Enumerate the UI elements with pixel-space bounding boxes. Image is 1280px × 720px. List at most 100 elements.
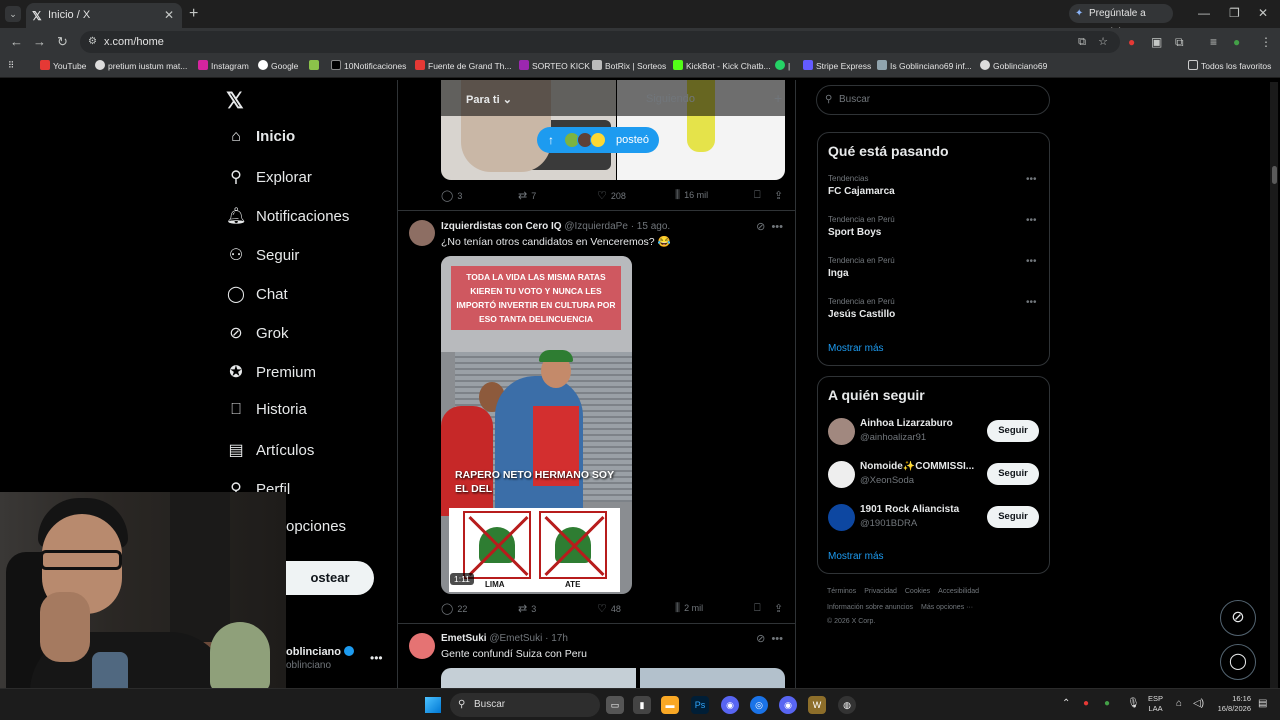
address-bar[interactable]: ⚙ x.com/home ⧉ ☆ xyxy=(80,31,1120,53)
discord-icon[interactable]: ◉ xyxy=(721,696,739,714)
apps-grid-icon[interactable]: ⠿ xyxy=(8,60,14,71)
sidebar-item-chat[interactable]: ◯ Chat xyxy=(226,284,288,310)
clock[interactable]: 16:16 16/8/2026 xyxy=(1213,694,1251,714)
reply-button[interactable]: ◯ 3 xyxy=(441,189,462,202)
post-image-2[interactable] xyxy=(640,668,785,688)
app-icon-w[interactable]: W xyxy=(808,696,826,714)
post-time[interactable]: · 17h xyxy=(545,633,568,644)
bookmark-pretium[interactable]: pretium iustum mat... xyxy=(95,60,187,71)
trend-item[interactable]: Jesús Castillo xyxy=(828,309,895,320)
more-icon[interactable]: ••• xyxy=(1026,215,1037,226)
search-input[interactable]: ⚲ Buscar xyxy=(816,85,1050,115)
sidebar-item-grok[interactable]: ⊘ Grok xyxy=(226,323,288,349)
tab-search-dropdown[interactable]: ⌄ xyxy=(5,6,21,22)
more-icon[interactable]: ••• xyxy=(771,221,783,233)
bookmark-star-icon[interactable]: ☆ xyxy=(1098,31,1108,53)
show-more-link[interactable]: Mostrar más xyxy=(828,343,884,354)
bookmark-whatsapp[interactable]: | xyxy=(775,60,790,71)
tab-groups-icon[interactable]: ≡ xyxy=(1210,35,1217,49)
follow-button[interactable]: Seguir xyxy=(987,506,1039,528)
bookmark-kickbot[interactable]: KickBot - Kick Chatb... xyxy=(673,60,771,71)
forward-button[interactable]: → xyxy=(33,34,46,49)
post-video[interactable]: Toda la vida las misma ratas kieren tu v… xyxy=(441,256,632,594)
minimize-button[interactable]: — xyxy=(1198,6,1210,20)
trend-item[interactable]: FC Cajamarca xyxy=(828,186,895,197)
grok-fab-icon[interactable]: ⊘ xyxy=(1220,600,1256,636)
bookmark-stripe[interactable]: Stripe Express xyxy=(803,60,871,71)
repost-button[interactable]: ⇄ 3 xyxy=(518,602,536,615)
post-menu[interactable]: ⊘ ••• xyxy=(756,632,783,645)
avatar[interactable] xyxy=(828,418,855,445)
author-handle[interactable]: @EmetSuki xyxy=(489,633,542,644)
obs-icon[interactable]: ◍ xyxy=(838,696,856,714)
network-icon[interactable]: ⌂ xyxy=(1176,698,1182,709)
bookmark-button[interactable]: ⎕ xyxy=(754,189,765,202)
avatar[interactable] xyxy=(409,220,435,246)
chat-fab-icon[interactable]: ◯ xyxy=(1220,644,1256,680)
bookmark-star-ext[interactable] xyxy=(309,60,322,71)
bookmark-grand-theft[interactable]: Fuente de Grand Th... xyxy=(415,60,511,71)
close-tab-icon[interactable]: ✕ xyxy=(164,8,174,22)
avatar[interactable] xyxy=(409,633,435,659)
sidebar-item-more[interactable]: opciones xyxy=(286,518,346,544)
bookmark-goblinciano-info[interactable]: Is Goblinciano69 inf... xyxy=(877,60,972,71)
tray-expand-icon[interactable]: ⌃ xyxy=(1062,698,1070,709)
account-name[interactable]: oblinciano xyxy=(286,646,354,658)
share-button[interactable]: ⇪ xyxy=(774,189,787,202)
install-icon[interactable]: ⧉ xyxy=(1078,31,1086,53)
follow-button[interactable]: Seguir xyxy=(987,463,1039,485)
bookmark-button[interactable]: ⎕ xyxy=(754,602,765,615)
tab-para-ti[interactable]: Para ti ⌄ xyxy=(466,93,512,106)
volume-icon[interactable]: ◁) xyxy=(1193,698,1204,709)
tray-app-icon[interactable]: ● xyxy=(1104,698,1110,709)
task-view-icon[interactable]: ▭ xyxy=(606,696,624,714)
bookmark-botrix[interactable]: BotRix | Sorteos xyxy=(592,60,666,71)
bookmark-youtube[interactable]: YouTube xyxy=(40,60,86,71)
extension-icon[interactable]: ▣ xyxy=(1151,35,1162,49)
language-indicator[interactable]: ESP LAA xyxy=(1148,694,1163,714)
maximize-button[interactable]: ❐ xyxy=(1229,6,1240,20)
sidebar-item-seguir[interactable]: ⚇ Seguir xyxy=(226,245,300,271)
new-posts-pill[interactable]: ↑ posteó xyxy=(537,127,659,153)
close-window-button[interactable]: ✕ xyxy=(1258,6,1268,20)
tab-siguiendo[interactable]: Siguiendo xyxy=(646,93,695,105)
windows-start-icon[interactable] xyxy=(425,697,441,713)
notifications-icon[interactable]: ▤ xyxy=(1258,698,1267,709)
bookmark-instagram[interactable]: Instagram xyxy=(198,60,249,71)
avatar[interactable] xyxy=(828,504,855,531)
all-favorites[interactable]: Todos los favoritos xyxy=(1188,60,1271,71)
avatar[interactable] xyxy=(828,461,855,488)
chrome-menu-icon[interactable]: ⋮ xyxy=(1260,35,1272,49)
extensions-puzzle-icon[interactable]: ⧉ xyxy=(1175,35,1184,50)
grok-icon[interactable]: ⊘ xyxy=(756,221,765,233)
taskbar-search[interactable]: ⚲ Buscar xyxy=(450,693,600,717)
browser-tab[interactable]: 𝕏 Inicio / X ✕ xyxy=(26,3,182,28)
chrome-icon[interactable]: ◎ xyxy=(750,696,768,714)
bookmark-google[interactable]: Google xyxy=(258,60,298,71)
discord-icon-2[interactable]: ◉ xyxy=(779,696,797,714)
more-icon[interactable]: ••• xyxy=(1026,174,1037,185)
account-more-icon[interactable]: ••• xyxy=(370,651,383,665)
file-explorer-icon[interactable]: ▬ xyxy=(661,696,679,714)
trend-item[interactable]: Inga xyxy=(828,268,849,279)
reply-button[interactable]: ◯ 22 xyxy=(441,602,467,615)
sidebar-item-notificaciones[interactable]: 🔔︎ Notificaciones xyxy=(226,206,349,232)
sidebar-item-historia[interactable]: ⎕ Historia xyxy=(226,401,307,427)
gemini-button[interactable]: ✦Pregúntale a Gemini xyxy=(1069,4,1173,38)
sidebar-item-premium[interactable]: ✪ Premium xyxy=(226,362,316,388)
author-name[interactable]: Izquierdistas con Cero IQ xyxy=(441,221,562,232)
bookmark-10notificaciones[interactable]: 10Notificaciones xyxy=(331,60,406,71)
bookmark-sorteo-kick[interactable]: SORTEO KICK xyxy=(519,60,590,71)
author-name[interactable]: EmetSuki xyxy=(441,633,487,644)
add-tab-icon[interactable]: + xyxy=(774,90,782,106)
more-icon[interactable]: ••• xyxy=(1026,256,1037,267)
tray-app-icon[interactable]: ● xyxy=(1083,698,1089,709)
like-button[interactable]: ♡ 48 xyxy=(597,602,621,615)
author-handle[interactable]: @IzquierdaPe xyxy=(564,221,628,232)
post-menu[interactable]: ⊘ ••• xyxy=(756,220,783,233)
sidebar-item-articulos[interactable]: ▤ Artículos xyxy=(226,440,314,466)
post-time[interactable]: · 15 ago. xyxy=(631,221,670,232)
bookmark-goblinciano[interactable]: Goblinciano69 xyxy=(980,60,1047,71)
profile-avatar-icon[interactable]: ● xyxy=(1233,35,1240,49)
reload-button[interactable]: ↻ xyxy=(57,34,68,50)
